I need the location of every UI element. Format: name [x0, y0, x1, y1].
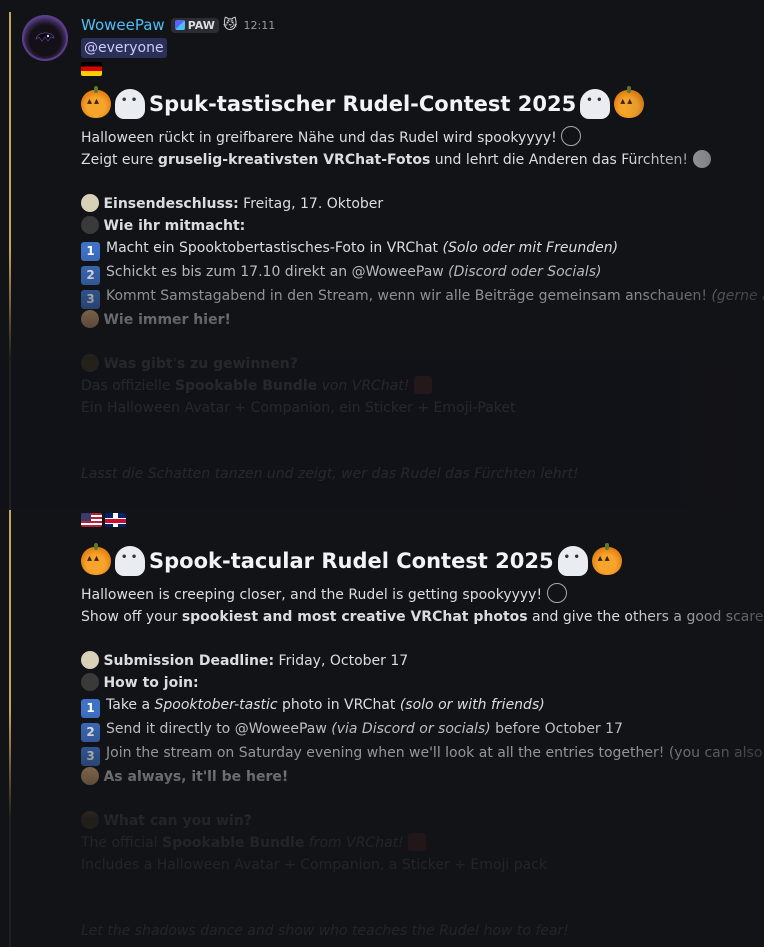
- pointing-hand-icon: [81, 767, 99, 785]
- keycap-3-icon: 3: [81, 290, 100, 309]
- ghost-icon: [580, 89, 611, 119]
- tag-label: PAW: [187, 18, 215, 32]
- gift-icon: [413, 376, 432, 394]
- keycap-1-icon: 1: [81, 699, 100, 718]
- trophy-icon: [81, 354, 99, 372]
- de-title: Spuk-tastischer Rudel-Contest 2025: [81, 86, 764, 122]
- de-how-label: Wie ihr mitmacht:: [81, 215, 764, 237]
- en-title-text: Spook-tacular Rudel Contest 2025: [149, 549, 554, 573]
- keycap-3-icon: 3: [81, 747, 100, 766]
- skull-icon: [692, 150, 711, 168]
- spider-web-icon: [561, 126, 582, 146]
- en-closing: Let the shadows dance and show who teach…: [81, 923, 569, 939]
- pumpkin-icon: [81, 543, 111, 575]
- en-step-3: 3 Join the stream on Saturday evening whe…: [81, 742, 764, 766]
- de-step-1: 1 Macht ein Spooktobertastisches-Foto in …: [81, 237, 764, 261]
- user-mention[interactable]: @WoweePaw: [235, 721, 327, 737]
- user-mention[interactable]: @WoweePaw: [352, 264, 444, 280]
- en-prize-2: Includes a Halloween Avatar + Companion,…: [81, 857, 547, 873]
- server-tag[interactable]: PAW: [170, 17, 219, 33]
- en-step-1: 1 Take a Spooktober-tastic photo in VRCha…: [81, 694, 764, 718]
- de-closing: Lasst die Schatten tanzen und zeigt, wer…: [81, 466, 579, 482]
- de-title-text: Spuk-tastischer Rudel-Contest 2025: [149, 92, 577, 116]
- en-deadline: Submission Deadline: Friday, October 17: [81, 650, 764, 672]
- user-avatar[interactable]: [22, 15, 68, 61]
- accent-bar: [9, 12, 11, 947]
- clock-icon: [81, 651, 99, 669]
- clock-icon: [81, 194, 99, 212]
- pumpkin-icon: [591, 543, 622, 575]
- pointing-hand-icon: [81, 310, 99, 328]
- en-how-label: How to join:: [81, 672, 764, 694]
- timestamp[interactable]: 12:11: [244, 19, 276, 32]
- pumpkin-icon: [614, 86, 645, 118]
- en-prize-label: What can you win?: [81, 810, 764, 832]
- bomb-icon: [81, 673, 99, 691]
- username[interactable]: WoweePaw: [81, 16, 165, 34]
- en-prize-1: The official Spookable Bundle from VRCha…: [81, 832, 764, 854]
- gift-icon: [408, 833, 427, 851]
- pumpkin-icon: [81, 86, 111, 118]
- flag-us-icon: [81, 513, 102, 527]
- de-always: Wie immer hier!: [81, 309, 764, 331]
- de-line-1: Halloween rückt in greifbarere Nähe und …: [81, 126, 764, 149]
- ghost-icon: [115, 89, 145, 119]
- en-title: Spook-tacular Rudel Contest 2025: [81, 543, 764, 579]
- de-prize-2: Ein Halloween Avatar + Companion, ein St…: [81, 400, 516, 416]
- de-step-3: 3 Kommt Samstagabend in den Stream, wenn …: [81, 285, 764, 309]
- de-prize-label: Was gibt's zu gewinnen?: [81, 353, 764, 375]
- flag-de-icon: [81, 62, 102, 76]
- de-step-2: 2 Schickt es bis zum 17.10 direkt an @Wow…: [81, 261, 764, 285]
- de-deadline: Einsendeschluss: Freitag, 17. Oktober: [81, 193, 764, 215]
- bomb-icon: [81, 216, 99, 234]
- spider-web-icon: [546, 583, 567, 603]
- keycap-1-icon: 1: [81, 242, 100, 261]
- tag-icon: [174, 20, 185, 30]
- de-prize-1: Das offizielle Spookable Bundle von VRCh…: [81, 375, 764, 397]
- en-line-1: Halloween is creeping closer, and the Ru…: [81, 583, 764, 606]
- ghost-icon: [115, 546, 145, 576]
- everyone-mention[interactable]: @everyone: [81, 38, 167, 58]
- trophy-icon: [81, 811, 99, 829]
- de-line-2: Zeigt eure gruselig-kreativsten VRChat-F…: [81, 149, 764, 171]
- en-always: As always, it'll be here!: [81, 766, 764, 788]
- avatar-ghost-icon: [35, 32, 55, 42]
- cat-badge-icon: 😼: [222, 17, 238, 33]
- en-step-2: 2 Send it directly to @WoweePaw (via Disc…: [81, 718, 764, 742]
- keycap-2-icon: 2: [81, 723, 100, 742]
- flag-uk-icon: [105, 513, 126, 527]
- en-line-2: Show off your spookiest and most creativ…: [81, 609, 764, 625]
- ghost-icon: [557, 546, 588, 576]
- keycap-2-icon: 2: [81, 266, 100, 285]
